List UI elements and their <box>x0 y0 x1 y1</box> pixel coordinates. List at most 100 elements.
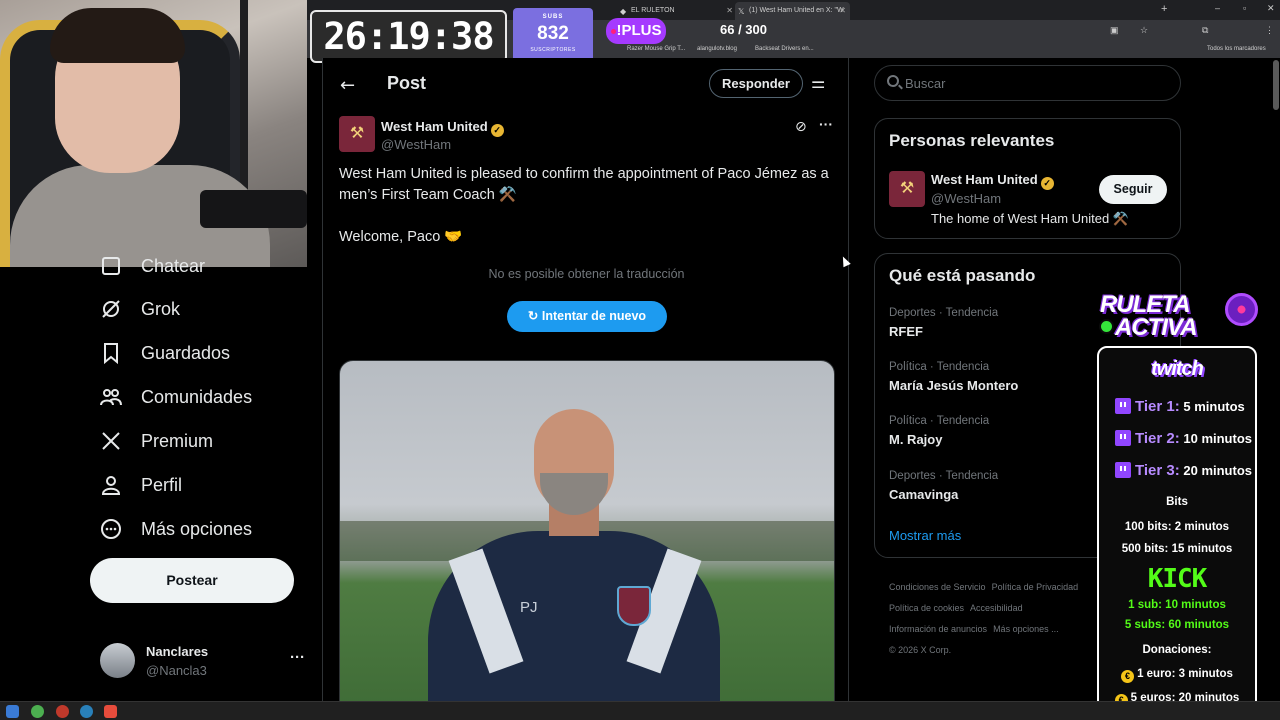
subs-footer: SUSCRIPTORES <box>530 47 576 53</box>
trend-item[interactable]: M. Rajoy <box>889 432 942 447</box>
nav-item-chatear[interactable]: Chatear <box>100 255 205 277</box>
nav-item-comunidades[interactable]: Comunidades <box>100 386 252 408</box>
westham-crest-avatar[interactable] <box>889 171 925 207</box>
nav-item-guardados[interactable]: Guardados <box>100 342 230 365</box>
tier-value: 20 minutos <box>1183 463 1252 478</box>
trend-item[interactable]: María Jesús Montero <box>889 378 1018 393</box>
windows-start-icon[interactable] <box>6 705 19 718</box>
taskbar <box>0 701 1280 720</box>
twitch-logo: twitch <box>1151 358 1204 380</box>
nav-label: Grok <box>141 298 181 319</box>
grok-explain-icon[interactable]: ⊘ <box>795 119 807 135</box>
new-tab-icon[interactable]: + <box>1161 3 1167 15</box>
panel-title: Qué está pasando <box>889 266 1036 285</box>
copyright: © 2026 X Corp. <box>889 645 952 655</box>
trend-item[interactable]: Camavinga <box>889 487 958 502</box>
nav-label: Premium <box>141 430 214 451</box>
search-placeholder: Buscar <box>905 76 946 91</box>
close-tab-icon[interactable]: ✕ <box>839 6 846 15</box>
search-input[interactable]: Buscar <box>874 65 1181 101</box>
chrome-icon[interactable] <box>31 705 44 718</box>
reply-button[interactable]: Responder <box>709 69 803 98</box>
twitch-icon <box>1115 398 1131 414</box>
page-scrollbar[interactable] <box>1273 60 1279 110</box>
post-button[interactable]: Postear <box>90 558 294 603</box>
author-name[interactable]: West Ham United ✓ <box>381 119 504 137</box>
nav-label: Chatear <box>141 255 206 276</box>
footer-link[interactable]: Información de anuncios <box>889 624 987 634</box>
account-switcher[interactable]: Nanclares @Nancla3 ··· <box>100 643 310 679</box>
puzzle-icon[interactable]: ⧉ <box>1202 25 1208 36</box>
bookmark-item[interactable]: alangulotv.blog <box>697 46 737 52</box>
bookmark-item[interactable]: Backseat Drivers en... <box>755 46 814 52</box>
close-tab-icon[interactable]: ✕ <box>726 6 733 15</box>
show-more-link[interactable]: Mostrar más <box>889 528 961 543</box>
donation-line: €1 euro: 3 minutos <box>1099 668 1255 683</box>
streamer-hair <box>50 8 185 63</box>
trend-item[interactable]: RFEF <box>889 324 923 339</box>
trend-category: Política · Tendencia <box>889 415 990 427</box>
footer-link[interactable]: Más opciones ... <box>993 624 1059 634</box>
app-icon[interactable] <box>80 705 93 718</box>
follow-button[interactable]: Seguir <box>1099 175 1167 204</box>
nav-item-premium[interactable]: Premium <box>100 430 213 452</box>
account-handle: @Nancla3 <box>146 663 207 678</box>
donations-title: Donaciones: <box>1142 644 1212 656</box>
bits-line: 500 bits: 15 minutos <box>1121 543 1233 555</box>
back-arrow-icon[interactable]: ← <box>340 75 355 96</box>
author-handle[interactable]: @WestHam <box>381 137 451 152</box>
jacket-initials: PJ <box>520 599 538 616</box>
twitch-icon <box>1115 430 1131 446</box>
app-icon[interactable] <box>56 705 69 718</box>
nav-item-mas-opciones[interactable]: Más opciones <box>100 518 252 540</box>
more-horizontal-icon[interactable]: ··· <box>819 116 833 132</box>
maximize-icon[interactable]: ▫ <box>1243 3 1246 13</box>
westham-crest-avatar[interactable] <box>339 116 375 152</box>
verified-badge-icon: ✓ <box>490 124 504 137</box>
bookmark-icon <box>100 342 122 365</box>
account-name: Nanclares <box>146 644 209 659</box>
donation-text: 1 euro: 3 minutos <box>1137 668 1233 680</box>
footer-link[interactable]: Política de cookies <box>889 603 964 613</box>
live-dot-icon <box>1099 319 1114 334</box>
author-name-text: West Ham United <box>381 119 488 134</box>
translation-error: No es posible obtener la traducción <box>488 267 685 281</box>
bookmark-item[interactable]: Todos los marcadores <box>1207 46 1266 52</box>
profile-icon <box>100 474 122 496</box>
ruleta-panel: twitch Tier 1: 5 minutos Tier 2: 10 minu… <box>1097 346 1257 716</box>
menu-icon[interactable]: ⋮ <box>1265 25 1274 36</box>
nav-label: Comunidades <box>141 386 253 407</box>
footer-link[interactable]: Condiciones de Servicio <box>889 582 986 592</box>
relevant-name[interactable]: West Ham United ✓ <box>931 172 1054 190</box>
verified-badge-icon: ✓ <box>1040 177 1054 190</box>
minimize-icon[interactable]: – <box>1215 3 1220 13</box>
live-dot-icon <box>610 28 616 34</box>
bookmark-item[interactable]: Razer Mouse Grip T... <box>627 46 685 52</box>
star-icon[interactable]: ☆ <box>1140 25 1148 36</box>
plus-label: !PLUS <box>616 22 662 39</box>
post-text: West Ham United is pleased to confirm th… <box>339 164 834 248</box>
footer-link[interactable]: Accesibilidad <box>970 603 1023 613</box>
club-badge <box>617 586 651 626</box>
retry-translation-button[interactable]: ↻ Intentar de nuevo <box>507 301 667 332</box>
extension-icon[interactable]: ▣ <box>1110 25 1119 36</box>
post-text-line: West Ham United is pleased to confirm th… <box>339 166 829 203</box>
bits-title: Bits <box>1166 496 1188 508</box>
close-window-icon[interactable]: ✕ <box>1267 3 1275 14</box>
euro-icon: € <box>1121 670 1135 683</box>
relevant-handle[interactable]: @WestHam <box>931 191 1001 206</box>
nav-label: Más opciones <box>141 518 253 539</box>
settings-sliders-icon[interactable]: ⚌ <box>811 73 825 92</box>
communities-icon <box>100 386 122 408</box>
footer-link[interactable]: Política de Privacidad <box>992 582 1079 592</box>
more-horizontal-icon[interactable]: ··· <box>290 649 305 666</box>
post-image[interactable]: PJ <box>339 360 835 701</box>
nav-label: Perfil <box>141 474 183 495</box>
search-icon <box>887 75 899 87</box>
nav-item-perfil[interactable]: Perfil <box>100 474 182 496</box>
app-icon[interactable] <box>104 705 117 718</box>
chat-icon <box>100 255 122 277</box>
nav-item-grok[interactable]: Grok <box>100 298 180 320</box>
tier-key: Tier 1: <box>1135 398 1180 415</box>
browser-tab-active[interactable]: 𝕏 (1) West Ham United en X: "W ✕ <box>735 2 850 20</box>
